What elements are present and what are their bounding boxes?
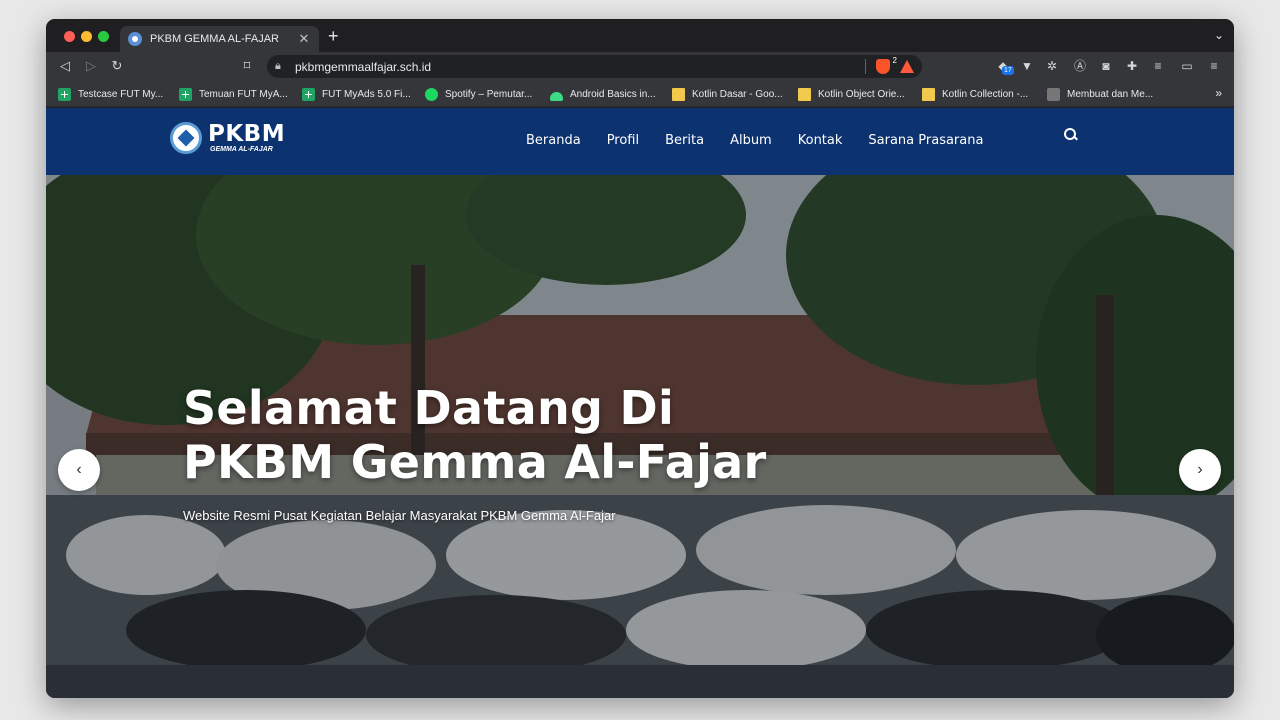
url-text[interactable]: pkbmgemmaalfajar.sch.id [295,60,431,74]
brave-shields-icon[interactable]: 2 [876,56,897,74]
browser-toolbar: ◁ ▷ ↻ ⌑ 🔒︎ pkbmgemmaalfajar.sch.id 2 ◆17… [46,52,1234,81]
site-navbar: PKBM GEMMA AL-FAJAR Beranda Profil Berit… [46,108,1234,175]
sheets-icon [58,87,71,101]
vpn-icon[interactable]: ▼ [1019,58,1035,74]
brave-rewards-icon[interactable] [900,60,914,73]
spotify-icon [425,87,438,101]
bookmark-item[interactable]: Kotlin Object Orie... [798,86,905,102]
tut-wuri-emblem-icon [170,122,202,154]
bookmark-label: Kotlin Collection -... [942,88,1029,100]
menu-sarana-prasarana[interactable]: Sarana Prasarana [868,133,983,148]
forward-icon[interactable]: ▷ [83,58,99,74]
menu-berita[interactable]: Berita [665,133,704,148]
bookmark-label: Testcase FUT My... [78,88,164,100]
address-bar[interactable]: 🔒︎ pkbmgemmaalfajar.sch.id 2 [267,55,922,78]
tab-close-icon[interactable]: ✕ [297,31,311,47]
camera-icon[interactable]: ◙ [1098,58,1114,74]
tab-strip: PKBM GEMMA AL-FAJAR ✕ + ⌄ [46,19,1234,52]
menu-beranda[interactable]: Beranda [526,133,581,148]
sheets-icon [179,87,192,101]
bookmark-label: Kotlin Dasar - Goo... [692,88,783,100]
sheets-icon [302,87,315,101]
android-icon [550,91,563,101]
site-favicon-icon [128,32,142,46]
site-logo[interactable]: PKBM GEMMA AL-FAJAR [170,122,285,154]
browser-window: PKBM GEMMA AL-FAJAR ✕ + ⌄ ◁ ▷ ↻ ⌑ 🔒︎ pkb… [46,19,1234,698]
extension-badge: 17 [1002,66,1014,75]
search-icon[interactable] [1064,128,1078,142]
hero-slider: Selamat Datang Di PKBM Gemma Al-Fajar We… [46,175,1234,698]
main-menu: Beranda Profil Berita Album Kontak Saran… [526,133,1009,148]
sidebar-icon[interactable]: ▭ [1179,58,1195,74]
browser-menu-icon[interactable]: ≡ [1206,58,1222,74]
maximize-window-button[interactable] [98,31,109,42]
bookmark-item[interactable]: Android Basics in... [550,86,656,102]
hero-title-line1: Selamat Datang Di [183,381,675,435]
bookmark-item[interactable]: Spotify – Pemutar... [425,86,532,102]
menu-album[interactable]: Album [730,133,772,148]
hero-subtitle: Website Resmi Pusat Kegiatan Belajar Mas… [183,508,616,523]
close-window-button[interactable] [64,31,75,42]
bookmark-label: FUT MyAds 5.0 Fi... [322,88,411,100]
settings-gear-icon[interactable]: ✲ [1044,58,1060,74]
menu-kontak[interactable]: Kontak [798,133,843,148]
bookmark-label: Android Basics in... [570,88,656,100]
bookmark-item[interactable]: Membuat dan Me... [1047,86,1153,102]
slider-prev-button[interactable]: ‹ [58,449,100,491]
browser-tab[interactable]: PKBM GEMMA AL-FAJAR ✕ [120,26,319,52]
bookmark-item[interactable]: FUT MyAds 5.0 Fi... [302,86,411,102]
tab-title: PKBM GEMMA AL-FAJAR [150,33,279,45]
image-icon [1047,87,1060,101]
bookmarks-overflow-button[interactable]: » [1215,86,1222,100]
shields-count: 2 [892,56,897,65]
bookmark-item[interactable]: Kotlin Dasar - Goo... [672,86,783,102]
back-icon[interactable]: ◁ [57,58,73,74]
bookmark-label: Spotify – Pemutar... [445,88,533,100]
omnibox-divider [865,59,866,74]
hero-title: Selamat Datang Di PKBM Gemma Al-Fajar [183,381,903,489]
logo-main-text: PKBM [208,120,286,147]
new-tab-button[interactable]: + [328,27,339,45]
bookmark-item[interactable]: Testcase FUT My... [58,86,163,102]
minimize-window-button[interactable] [81,31,92,42]
extension-purple-icon[interactable]: ◆17 [995,58,1014,75]
extensions-puzzle-icon[interactable]: ✚ [1124,58,1140,74]
lock-icon: 🔒︎ [275,60,281,72]
web-page: PKBM GEMMA AL-FAJAR Beranda Profil Berit… [46,108,1234,698]
menu-profil[interactable]: Profil [607,133,639,148]
bookmark-label: Temuan FUT MyA... [199,88,288,100]
tab-search-icon[interactable]: ⌄ [1214,28,1224,42]
bookmark-item[interactable]: Temuan FUT MyA... [179,86,288,102]
folder-icon [672,87,685,101]
bookmark-label: Membuat dan Me... [1067,88,1154,100]
folder-icon [798,87,811,101]
bookmark-icon[interactable]: ⌑ [239,58,255,74]
bookmark-label: Kotlin Object Orie... [818,88,905,100]
bookmarks-bar: Testcase FUT My... Temuan FUT MyA... FUT… [46,81,1234,107]
reload-icon[interactable]: ↻ [109,58,125,74]
bookmark-item[interactable]: Kotlin Collection -... [922,86,1028,102]
folder-icon [922,87,935,101]
extension-a-icon[interactable]: Ⓐ [1072,58,1088,74]
reading-list-icon[interactable]: ≡ [1150,58,1166,74]
hero-title-line2: PKBM Gemma Al-Fajar [183,435,767,489]
slider-next-button[interactable]: › [1179,449,1221,491]
